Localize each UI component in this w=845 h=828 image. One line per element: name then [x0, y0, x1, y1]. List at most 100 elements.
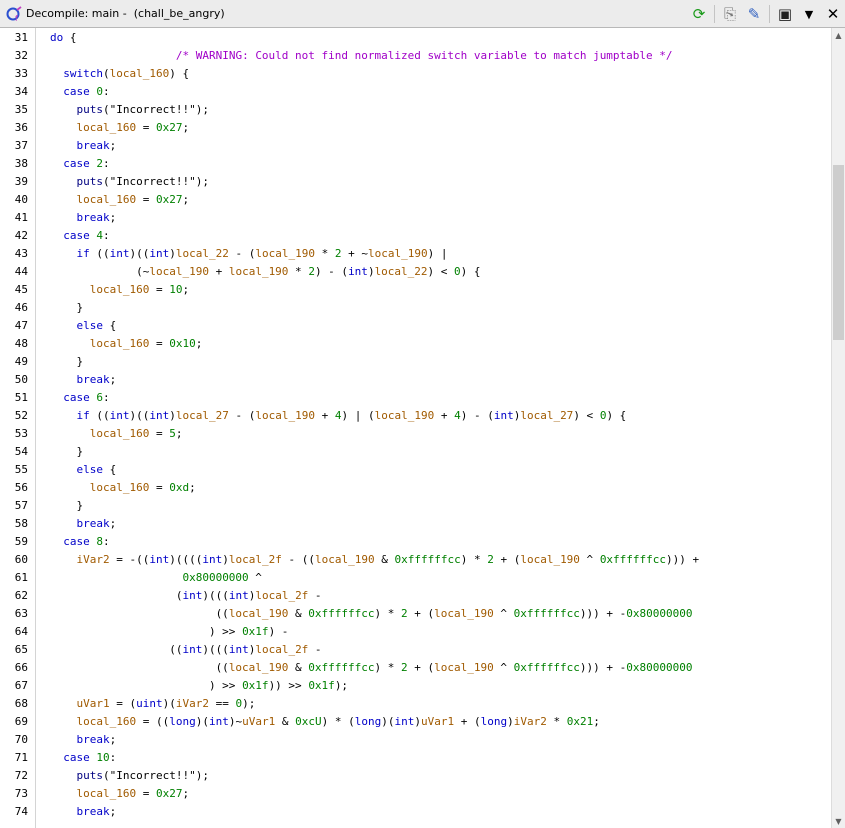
line-number: 49 — [14, 355, 28, 368]
code-line[interactable]: ) >> 0x1f) - — [50, 623, 289, 641]
line-number: 63 — [14, 607, 28, 620]
line-number: 48 — [14, 337, 28, 350]
line-number: 47 — [14, 319, 28, 332]
code-line[interactable]: } — [50, 353, 83, 371]
line-number: 56 — [14, 481, 28, 494]
code-line[interactable]: iVar2 = -((int)((((int)local_2f - ((loca… — [50, 551, 700, 569]
code-line[interactable]: } — [50, 497, 83, 515]
line-number: 38 — [14, 157, 28, 170]
line-number: 61 — [14, 571, 28, 584]
code-line[interactable]: switch(local_160) { — [50, 65, 189, 83]
menu-dropdown-icon[interactable]: ▼ — [799, 4, 819, 24]
line-number: 73 — [14, 787, 28, 800]
line-number: 31 — [14, 31, 28, 44]
code-line[interactable]: ) >> 0x1f)) >> 0x1f); — [50, 677, 348, 695]
code-line[interactable]: 0x80000000 ^ — [50, 569, 261, 587]
line-number: 51 — [14, 391, 28, 404]
code-line[interactable]: local_160 = 0xd; — [50, 479, 196, 497]
code-line[interactable]: break; — [50, 371, 117, 389]
refresh-icon[interactable]: ⟳ — [689, 4, 709, 24]
line-number: 74 — [14, 805, 28, 818]
code-line[interactable]: local_160 = 0x27; — [50, 191, 190, 209]
code-line[interactable]: case 2: — [50, 155, 109, 173]
line-number: 60 — [14, 553, 28, 566]
scroll-up-arrow-icon[interactable]: ▲ — [832, 28, 845, 42]
code-line[interactable]: (int)(((int)local_2f - — [50, 587, 322, 605]
code-line[interactable]: case 0: — [50, 83, 109, 101]
code-line[interactable]: case 10: — [50, 749, 116, 767]
line-number: 67 — [14, 679, 28, 692]
line-number: 65 — [14, 643, 28, 656]
code-line[interactable]: else { — [50, 461, 117, 479]
code-line[interactable]: local_160 = 5; — [50, 425, 183, 443]
code-line[interactable]: case 6: — [50, 389, 109, 407]
code-line[interactable]: uVar1 = (uint)(iVar2 == 0); — [50, 695, 256, 713]
code-line[interactable]: puts("Incorrect!!"); — [50, 767, 209, 785]
line-number: 46 — [14, 301, 28, 314]
line-number: 42 — [14, 229, 28, 242]
line-number: 54 — [14, 445, 28, 458]
code-line[interactable]: ((local_190 & 0xffffffcc) * 2 + (local_1… — [50, 659, 693, 677]
line-number: 66 — [14, 661, 28, 674]
line-number: 55 — [14, 463, 28, 476]
code-line[interactable]: local_160 = 10; — [50, 281, 189, 299]
code-line[interactable]: break; — [50, 803, 117, 821]
line-number: 69 — [14, 715, 28, 728]
code-line[interactable]: local_160 = ((long)(int)~uVar1 & 0xcU) *… — [50, 713, 600, 731]
line-number: 52 — [14, 409, 28, 422]
edit-icon[interactable]: ✎ — [744, 4, 764, 24]
toolbar-separator — [714, 5, 715, 23]
toolbar-separator — [769, 5, 770, 23]
line-number: 71 — [14, 751, 28, 764]
code-line[interactable]: do { — [50, 29, 77, 47]
code-line[interactable]: (~local_190 + local_190 * 2) - (int)loca… — [50, 263, 480, 281]
line-number: 37 — [14, 139, 28, 152]
code-line[interactable]: case 8: — [50, 533, 109, 551]
line-number: 39 — [14, 175, 28, 188]
line-number: 45 — [14, 283, 28, 296]
copy-icon[interactable]: ⎘ — [720, 4, 740, 24]
vertical-scrollbar[interactable]: ▲ ▼ — [831, 28, 845, 828]
scroll-down-arrow-icon[interactable]: ▼ — [832, 814, 845, 828]
line-number: 64 — [14, 625, 28, 638]
code-line[interactable]: case 4: — [50, 227, 109, 245]
line-number: 68 — [14, 697, 28, 710]
line-number: 41 — [14, 211, 28, 224]
code-line[interactable]: if ((int)((int)local_22 - (local_190 * 2… — [50, 245, 448, 263]
line-number: 32 — [14, 49, 28, 62]
line-number: 34 — [14, 85, 28, 98]
code-line[interactable]: } — [50, 443, 83, 461]
code-line[interactable]: else { — [50, 317, 117, 335]
svg-text:f: f — [15, 14, 18, 22]
code-line[interactable]: break; — [50, 209, 117, 227]
decompiler-code-view[interactable]: 31 do { 32 /* WARNING: Could not find norm… — [0, 28, 831, 828]
title-bar: f Decompile: main - (chall_be_angry) ⟳ ⎘ ✎… — [0, 0, 845, 28]
line-number: 36 — [14, 121, 28, 134]
scrollbar-thumb[interactable] — [833, 165, 844, 340]
code-line[interactable]: break; — [50, 515, 117, 533]
window-title: Decompile: main - (chall_be_angry) — [26, 7, 225, 20]
line-number: 53 — [14, 427, 28, 440]
code-line[interactable]: local_160 = 0x10; — [50, 335, 203, 353]
code-line[interactable]: local_160 = 0x27; — [50, 119, 190, 137]
toolbar: ⟳ ⎘ ✎ ▣ ▼ ✕ — [687, 0, 845, 28]
line-number: 58 — [14, 517, 28, 530]
snapshot-icon[interactable]: ▣ — [775, 4, 795, 24]
code-line[interactable]: if ((int)((int)local_27 - (local_190 + 4… — [50, 407, 627, 425]
line-number: 62 — [14, 589, 28, 602]
code-line[interactable]: /* WARNING: Could not find normalized sw… — [50, 47, 673, 65]
code-line[interactable]: break; — [50, 731, 117, 749]
line-number: 72 — [14, 769, 28, 782]
code-line[interactable]: puts("Incorrect!!"); — [50, 101, 209, 119]
line-number: 70 — [14, 733, 28, 746]
line-number: 44 — [14, 265, 28, 278]
code-line[interactable]: break; — [50, 137, 117, 155]
line-number: 43 — [14, 247, 28, 260]
line-number: 40 — [14, 193, 28, 206]
code-line[interactable]: puts("Incorrect!!"); — [50, 173, 209, 191]
code-line[interactable]: ((local_190 & 0xffffffcc) * 2 + (local_1… — [50, 605, 693, 623]
close-icon[interactable]: ✕ — [823, 4, 843, 24]
code-line[interactable]: local_160 = 0x27; — [50, 785, 190, 803]
code-line[interactable]: } — [50, 299, 83, 317]
code-line[interactable]: ((int)(((int)local_2f - — [50, 641, 321, 659]
